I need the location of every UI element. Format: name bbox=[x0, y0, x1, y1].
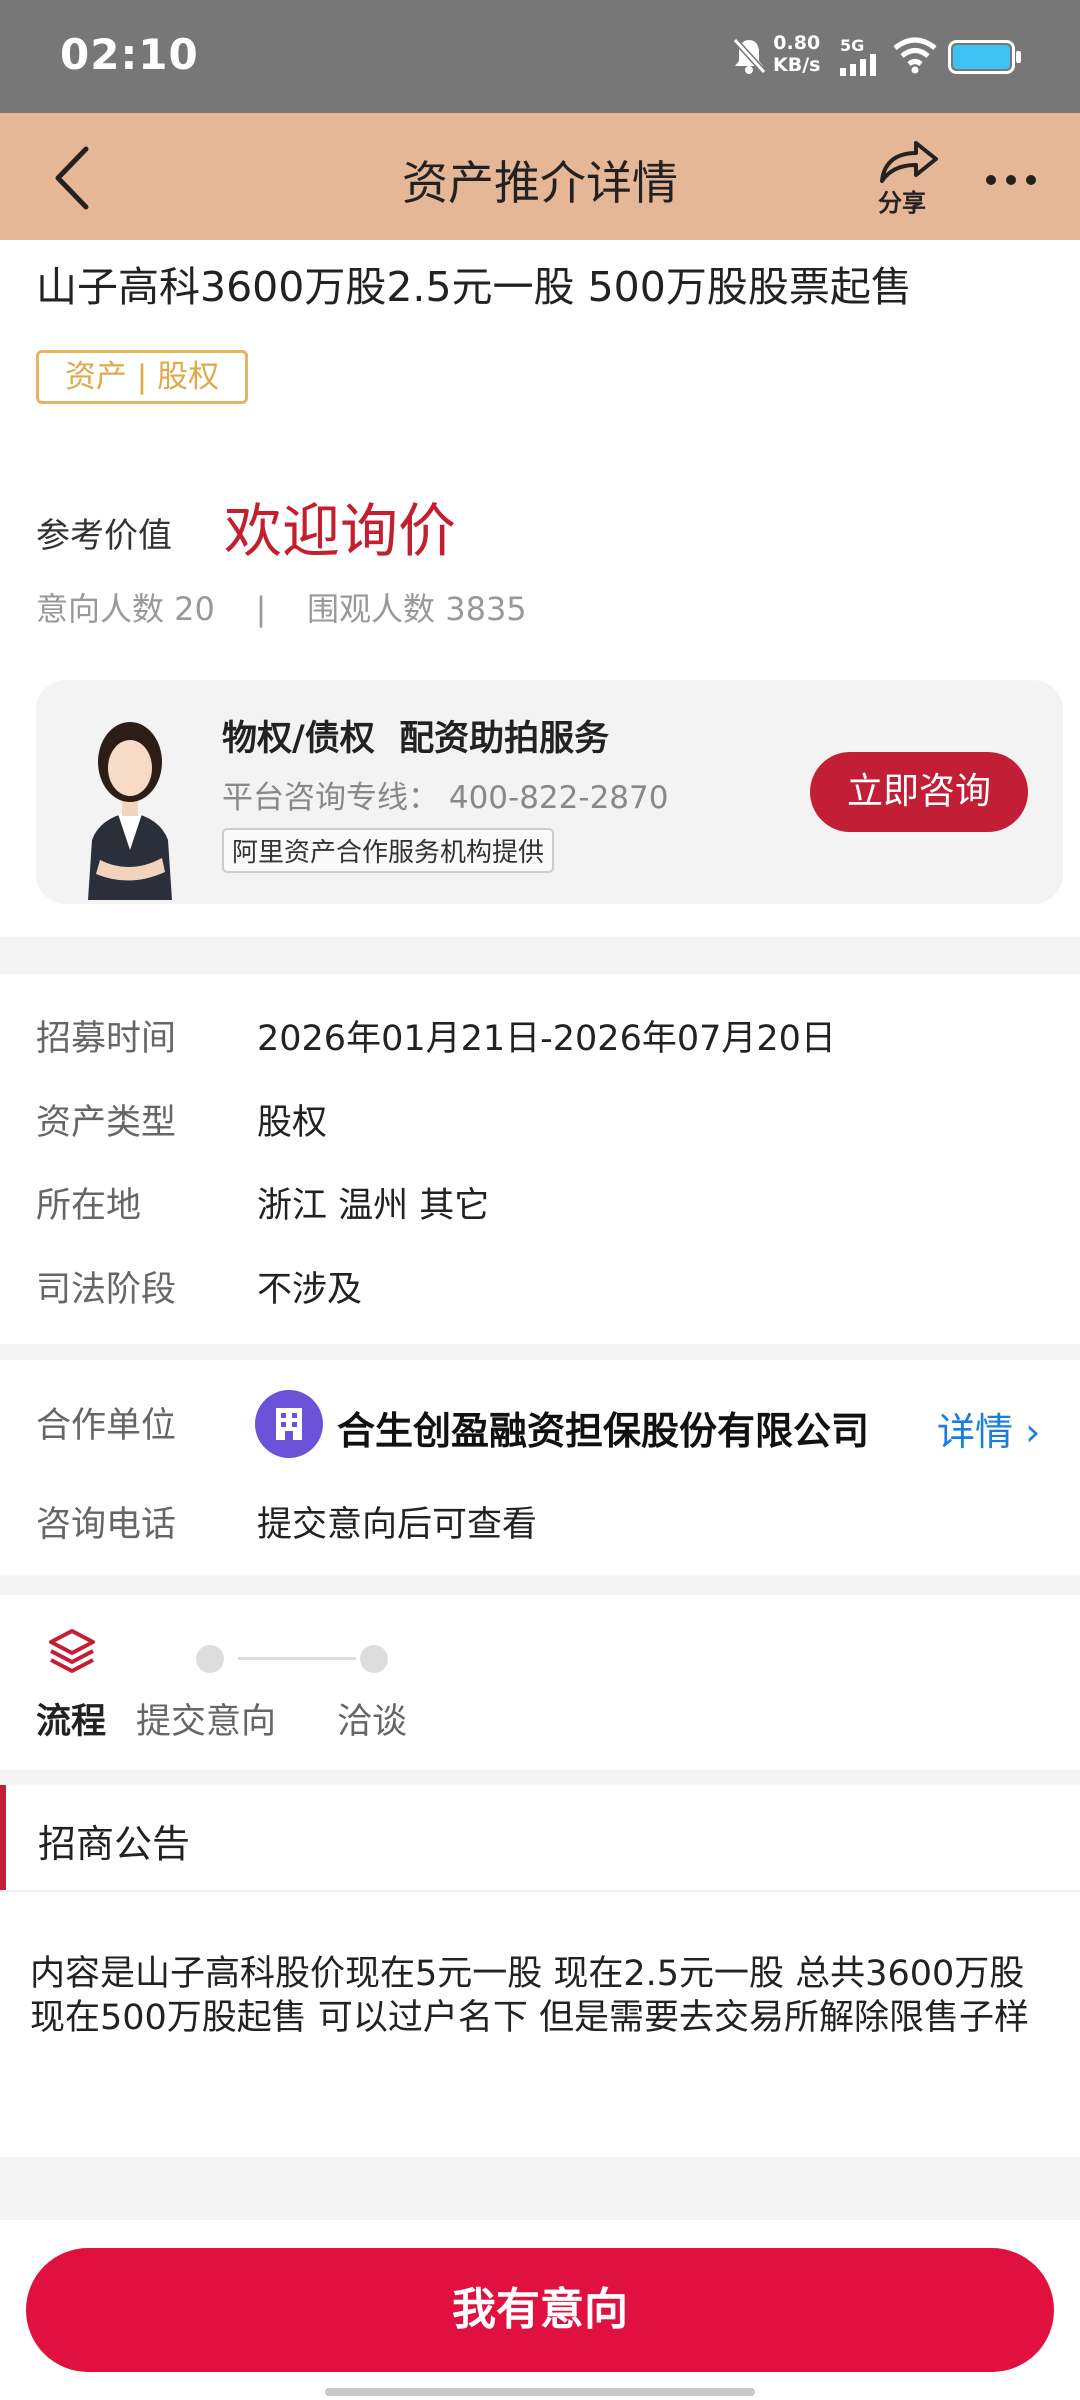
express-interest-button[interactable]: 我有意向 bbox=[26, 2248, 1054, 2372]
service-provider-badge: 阿里资产合作服务机构提供 bbox=[222, 828, 555, 873]
interest-stats: 意向人数 20 | 围观人数 3835 bbox=[36, 590, 527, 628]
recruit-time-value: 2026年01月21日-2026年07月20日 bbox=[257, 1019, 836, 1059]
speed-value: 0.80 bbox=[773, 32, 821, 54]
divider bbox=[0, 1890, 1080, 1892]
asset-type-label: 资产类型 bbox=[36, 1103, 177, 1143]
building-icon bbox=[255, 1390, 323, 1462]
layers-icon bbox=[47, 1627, 97, 1679]
process-step-dot bbox=[360, 1645, 388, 1673]
signal-icon bbox=[840, 54, 880, 80]
share-label[interactable]: 分享 bbox=[878, 183, 926, 218]
process-step-negotiate: 洽谈 bbox=[337, 1702, 408, 1742]
reference-value: 欢迎询价 bbox=[224, 497, 457, 565]
announcement-accent-bar bbox=[0, 1785, 6, 1890]
phone-value: 提交意向后可查看 bbox=[257, 1505, 538, 1545]
location-value: 浙江 温州 其它 bbox=[257, 1186, 490, 1226]
status-time: 02:10 bbox=[60, 30, 199, 79]
consult-now-button[interactable]: 立即咨询 bbox=[810, 752, 1028, 832]
app-header: 资产推介详情 分享 bbox=[0, 113, 1080, 240]
wifi-icon bbox=[893, 36, 937, 78]
announcement-body: 内容是山子高科股价现在5元一股 现在2.5元一股 总共3600万股 现在500万… bbox=[30, 1954, 1030, 2038]
consultant-avatar bbox=[70, 700, 190, 904]
home-indicator[interactable] bbox=[325, 2388, 755, 2396]
judicial-stage-label: 司法阶段 bbox=[36, 1270, 177, 1310]
process-title: 流程 bbox=[36, 1702, 107, 1742]
speed-unit: KB/s bbox=[773, 54, 821, 76]
status-bar: 02:10 0.80 KB/s 5G bbox=[0, 0, 1080, 113]
process-connector bbox=[238, 1657, 356, 1660]
asset-title: 山子高科3600万股2.5元一股 500万股股票起售 bbox=[36, 263, 912, 311]
partner-detail-link[interactable]: 详情 › bbox=[937, 1401, 1040, 1456]
network-speed: 0.80 KB/s bbox=[773, 32, 820, 76]
recruit-time-label: 招募时间 bbox=[36, 1019, 177, 1059]
location-label: 所在地 bbox=[36, 1186, 142, 1226]
network-type: 5G bbox=[840, 36, 865, 55]
partner-company[interactable]: 合生创盈融资担保股份有限公司 bbox=[337, 1400, 869, 1455]
mute-bell-icon bbox=[730, 36, 768, 80]
judicial-stage-value: 不涉及 bbox=[257, 1270, 363, 1310]
process-step-submit: 提交意向 bbox=[136, 1702, 277, 1742]
phone-label: 咨询电话 bbox=[36, 1505, 177, 1545]
process-step-dot bbox=[196, 1645, 224, 1673]
share-arrow-icon[interactable] bbox=[876, 137, 940, 189]
battery-icon bbox=[948, 40, 1022, 78]
announcement-title: 招商公告 bbox=[38, 1822, 191, 1866]
service-hotline: 平台咨询专线： 400-822-2870 bbox=[222, 780, 669, 816]
service-banner: 物权/债权 配资助拍服务 平台咨询专线： 400-822-2870 阿里资产合作… bbox=[36, 680, 1063, 904]
asset-type-value: 股权 bbox=[257, 1103, 328, 1143]
reference-value-label: 参考价值 bbox=[36, 516, 172, 556]
more-dots-icon[interactable] bbox=[985, 171, 1037, 190]
partner-label: 合作单位 bbox=[36, 1406, 177, 1446]
service-title: 物权/债权 配资助拍服务 bbox=[222, 719, 610, 759]
asset-tag: 资产 | 股权 bbox=[36, 350, 248, 404]
